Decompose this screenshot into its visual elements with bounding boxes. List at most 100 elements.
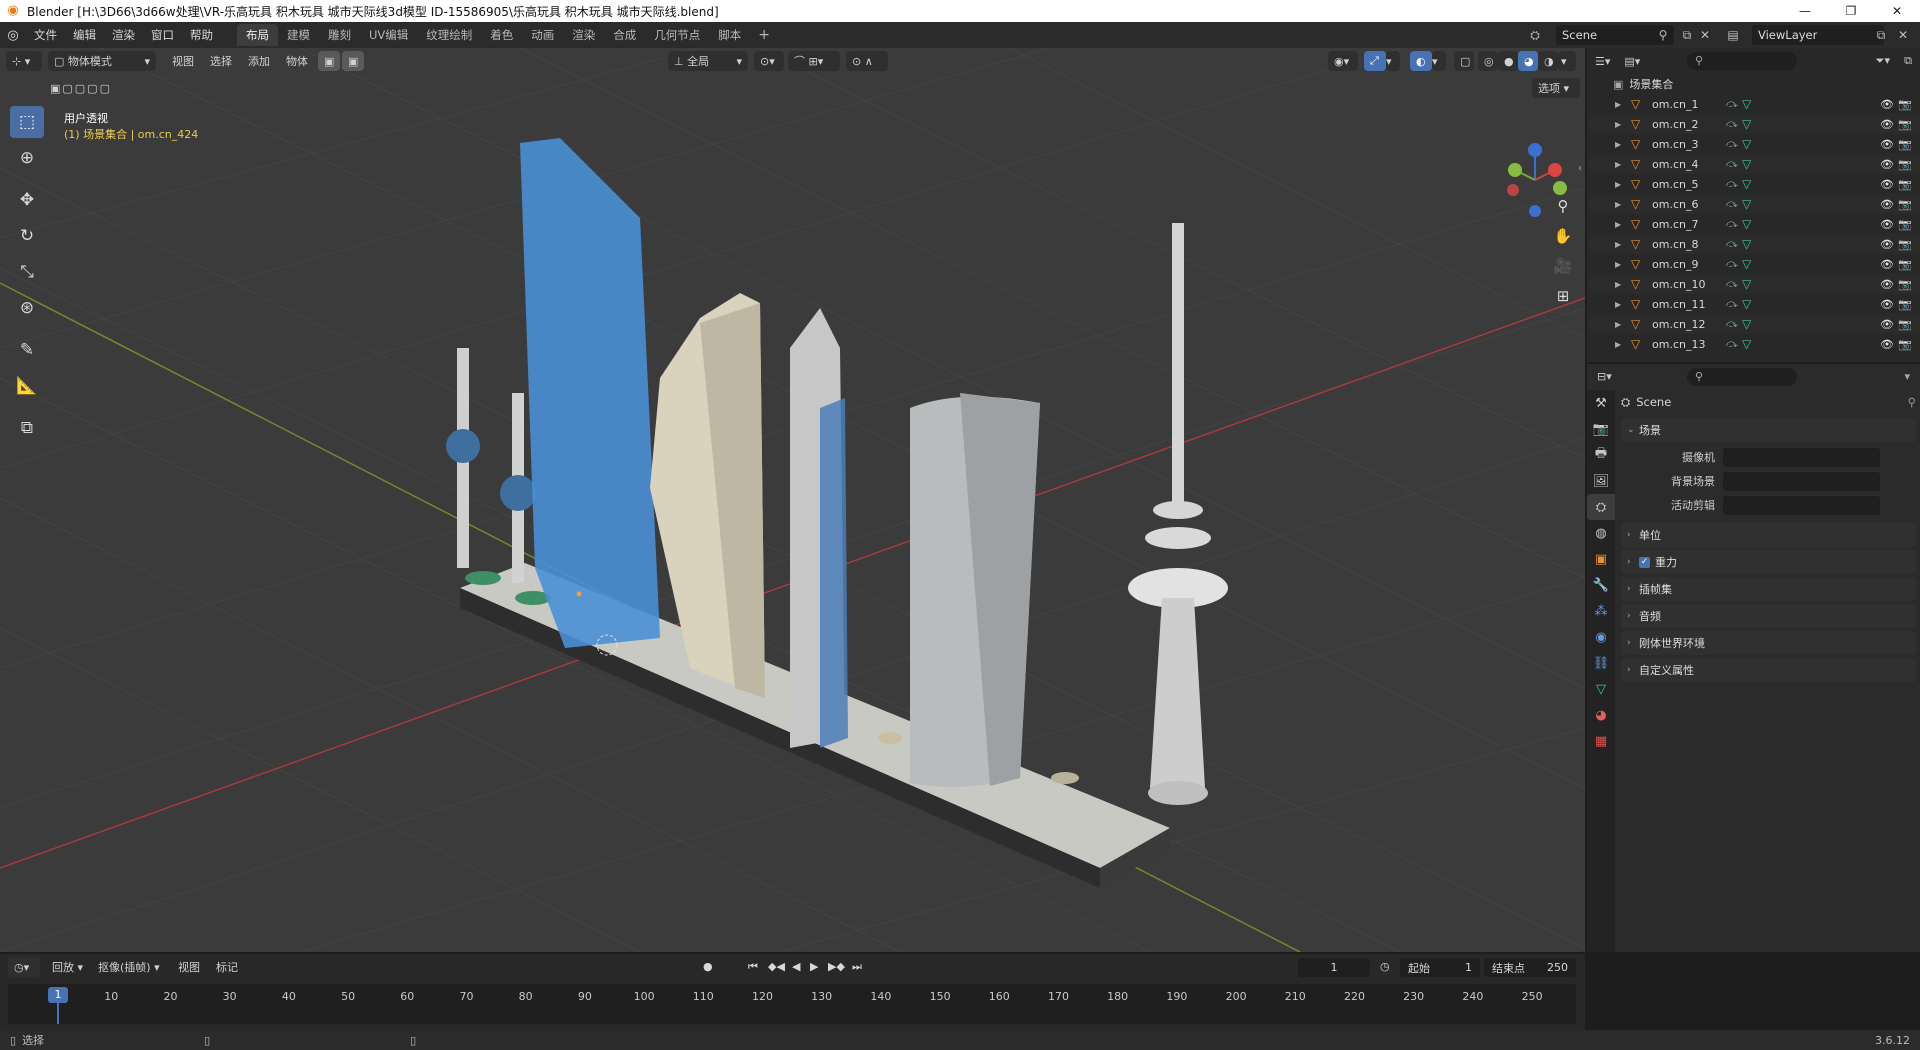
- add-cube-tool-icon[interactable]: ⧉: [10, 412, 44, 444]
- visibility-icon[interactable]: ◉▾: [1328, 51, 1358, 71]
- maximize-button[interactable]: ❐: [1828, 0, 1874, 22]
- material-tab-icon[interactable]: ◕: [1587, 702, 1615, 728]
- panel-keying-sets[interactable]: › 插帧集: [1621, 577, 1916, 601]
- current-frame-field[interactable]: 1: [1298, 958, 1370, 977]
- expand-arrow-icon[interactable]: ▶: [1615, 180, 1625, 189]
- new-view-layer-icon[interactable]: ⧉: [1872, 26, 1890, 44]
- expand-arrow-icon[interactable]: ▶: [1615, 240, 1625, 249]
- eye-icon[interactable]: 👁: [1880, 118, 1894, 131]
- background-scene-input[interactable]: [1723, 471, 1880, 491]
- material-shading-icon[interactable]: ◕: [1518, 51, 1538, 71]
- tab-geometry-nodes[interactable]: 几何节点: [645, 24, 709, 46]
- eye-icon[interactable]: 👁: [1880, 158, 1894, 171]
- particles-tab-icon[interactable]: ⁂: [1587, 598, 1615, 624]
- output-tab-icon[interactable]: 🖶: [1587, 442, 1615, 468]
- auto-keying-icon[interactable]: ●: [703, 960, 713, 973]
- menu-window[interactable]: 窗口: [143, 22, 182, 48]
- modifier-tab-icon[interactable]: 🔧: [1587, 572, 1615, 598]
- options-button[interactable]: 选项 ▾: [1532, 78, 1580, 98]
- start-frame-field[interactable]: 起始 1: [1400, 958, 1480, 977]
- display-mode-icon[interactable]: ▤▾: [1624, 55, 1640, 68]
- camera-render-icon[interactable]: 📷: [1898, 138, 1912, 151]
- outliner-item[interactable]: ▶ ▽ om.cn_5 ⤼ ▽ 👁 📷: [1587, 174, 1920, 194]
- menu-object[interactable]: 物体: [280, 51, 314, 71]
- pin-icon[interactable]: ⚲: [1908, 395, 1916, 409]
- menu-add[interactable]: 添加: [242, 51, 276, 71]
- properties-search[interactable]: ⚲: [1687, 368, 1797, 386]
- tab-layout[interactable]: 布局: [237, 24, 278, 46]
- expand-arrow-icon[interactable]: ▶: [1615, 160, 1625, 169]
- expand-arrow-icon[interactable]: ▶: [1615, 140, 1625, 149]
- eye-icon[interactable]: 👁: [1880, 258, 1894, 271]
- eye-icon[interactable]: 👁: [1880, 98, 1894, 111]
- camera-render-icon[interactable]: 📷: [1898, 278, 1912, 291]
- outliner-item[interactable]: ▶ ▽ om.cn_3 ⤼ ▽ 👁 📷: [1587, 134, 1920, 154]
- tab-compositing[interactable]: 合成: [604, 24, 645, 46]
- camera-render-icon[interactable]: 📷: [1898, 158, 1912, 171]
- view-layer-selector[interactable]: ViewLayer: [1752, 25, 1884, 45]
- eye-icon[interactable]: 👁: [1880, 298, 1894, 311]
- editor-type-icon[interactable]: ⊹ ▾: [6, 51, 42, 71]
- end-frame-field[interactable]: 结束点 250: [1484, 958, 1576, 977]
- outliner-editor-type-icon[interactable]: ☰▾: [1595, 55, 1610, 68]
- play-icon[interactable]: ▶: [810, 960, 818, 973]
- menu-edit[interactable]: 编辑: [65, 22, 104, 48]
- camera-render-icon[interactable]: 📷: [1898, 258, 1912, 271]
- cursor-tool-icon[interactable]: ⊕: [10, 142, 44, 174]
- xray-icon[interactable]: ▢: [1454, 51, 1474, 71]
- view-layer-icon[interactable]: ▤: [1724, 26, 1742, 44]
- delete-scene-icon[interactable]: ✕: [1696, 26, 1714, 44]
- wireframe-shading-icon[interactable]: ◎: [1478, 51, 1498, 71]
- delete-view-layer-icon[interactable]: ✕: [1894, 26, 1912, 44]
- panel-custom-properties[interactable]: › 自定义属性: [1621, 658, 1916, 682]
- menu-view[interactable]: 视图: [166, 51, 200, 71]
- move-tool-icon[interactable]: ✥: [10, 184, 44, 216]
- panel-units[interactable]: › 单位: [1621, 523, 1916, 547]
- camera-view-icon[interactable]: 🎥: [1550, 253, 1576, 279]
- rotate-tool-icon[interactable]: ↻: [10, 220, 44, 252]
- filter-icon[interactable]: ⏷▾: [1876, 54, 1890, 68]
- camera-render-icon[interactable]: 📷: [1898, 318, 1912, 331]
- menu-select[interactable]: 选择: [204, 51, 238, 71]
- chevron-down-icon[interactable]: ▾: [1386, 51, 1400, 71]
- expand-arrow-icon[interactable]: ▶: [1615, 200, 1625, 209]
- menu-keying[interactable]: 抠像(插帧) ▾: [92, 957, 166, 977]
- camera-render-icon[interactable]: 📷: [1898, 198, 1912, 211]
- jump-end-icon[interactable]: ⏭: [852, 960, 862, 974]
- outliner-search[interactable]: ⚲: [1687, 52, 1797, 70]
- outliner-item[interactable]: ▶ ▽ om.cn_1 ⤼ ▽ 👁 📷: [1587, 94, 1920, 114]
- expand-arrow-icon[interactable]: ▶: [1615, 320, 1625, 329]
- gizmo-toggle-icon[interactable]: ⤢: [1364, 51, 1386, 71]
- camera-render-icon[interactable]: 📷: [1898, 298, 1912, 311]
- gravity-checkbox[interactable]: ✓: [1639, 556, 1650, 568]
- snap-icon[interactable]: ⌒ ⊞▾: [788, 51, 840, 71]
- panel-gravity[interactable]: › ✓ 重力: [1621, 550, 1916, 574]
- proportional-edit-icon[interactable]: ⊙ ∧: [846, 51, 888, 71]
- pin-icon[interactable]: ⚲: [1654, 26, 1672, 44]
- physics-tab-icon[interactable]: ◉: [1587, 624, 1615, 650]
- sidebar-toggle-icon[interactable]: ‹: [1578, 163, 1582, 174]
- preview-range-icon[interactable]: ◷: [1380, 960, 1390, 973]
- panel-audio[interactable]: › 音频: [1621, 604, 1916, 628]
- chevron-down-icon[interactable]: ▾: [1432, 51, 1446, 71]
- view-layer-tab-icon[interactable]: 🖼: [1587, 468, 1615, 494]
- prev-keyframe-icon[interactable]: ◆◀: [768, 960, 785, 973]
- eye-icon[interactable]: 👁: [1880, 138, 1894, 151]
- expand-arrow-icon[interactable]: ▶: [1615, 280, 1625, 289]
- mode-selector[interactable]: ▢ 物体模式 ▾: [48, 51, 156, 71]
- chevron-down-icon[interactable]: ▾: [1558, 51, 1576, 71]
- camera-render-icon[interactable]: 📷: [1898, 218, 1912, 231]
- play-reverse-icon[interactable]: ◀: [792, 960, 800, 973]
- tab-texture-paint[interactable]: 纹理绘制: [417, 24, 481, 46]
- scene-type-icon[interactable]: ⛭: [1526, 26, 1544, 44]
- outliner-item[interactable]: ▶ ▽ om.cn_6 ⤼ ▽ 👁 📷: [1587, 194, 1920, 214]
- outliner-item[interactable]: ▶ ▽ om.cn_10 ⤼ ▽ 👁 📷: [1587, 274, 1920, 294]
- outliner-item[interactable]: ▶ ▽ om.cn_11 ⤼ ▽ 👁 📷: [1587, 294, 1920, 314]
- camera-render-icon[interactable]: 📷: [1898, 238, 1912, 251]
- transform-orientation[interactable]: ⊥ 全局 ▾: [668, 51, 748, 71]
- menu-file[interactable]: 文件: [26, 22, 65, 48]
- outliner-item[interactable]: ▶ ▽ om.cn_8 ⤼ ▽ 👁 📷: [1587, 234, 1920, 254]
- scale-tool-icon[interactable]: ⤡: [10, 256, 44, 288]
- active-clip-field[interactable]: 活动剪辑: [1621, 493, 1916, 517]
- expand-arrow-icon[interactable]: ▶: [1615, 220, 1625, 229]
